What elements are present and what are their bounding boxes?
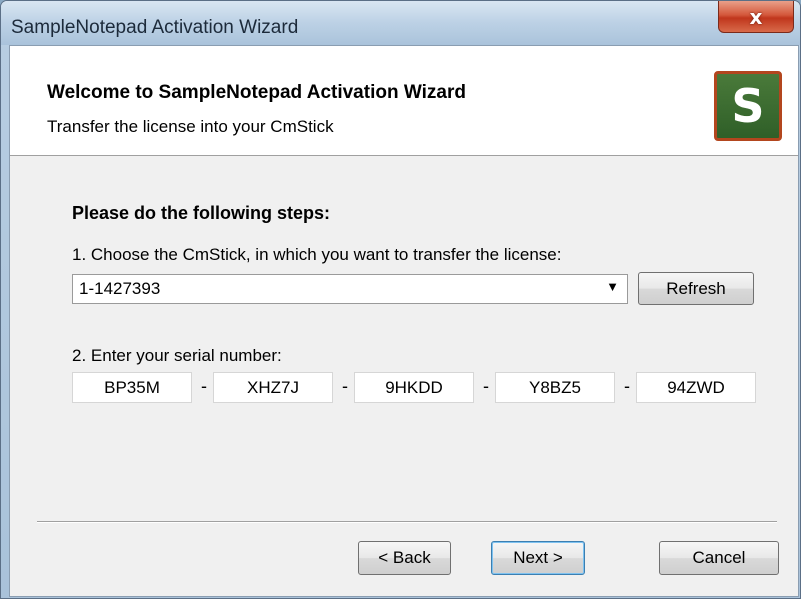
title-bar[interactable]: SampleNotepad Activation Wizard x	[1, 1, 800, 45]
header-subtitle: Transfer the license into your CmStick	[47, 117, 334, 136]
footer-divider	[37, 521, 777, 523]
serial-separator: -	[483, 376, 489, 396]
cmstick-select-value: 1-1427393	[79, 279, 161, 298]
serial-field-3[interactable]: 9HKDD	[354, 372, 474, 403]
serial-field-5[interactable]: 94ZWD	[636, 372, 756, 403]
serial-separator: -	[624, 376, 630, 396]
serial-separator: -	[342, 376, 348, 396]
cancel-button[interactable]: Cancel	[659, 541, 779, 575]
steps-heading: Please do the following steps:	[72, 203, 331, 223]
wizard-header: Welcome to SampleNotepad Activation Wiza…	[10, 46, 798, 156]
wizard-client-area: Welcome to SampleNotepad Activation Wiza…	[9, 45, 799, 597]
chevron-down-icon[interactable]: ▼	[606, 279, 619, 294]
app-logo: S	[714, 71, 782, 141]
logo-letter: S	[731, 79, 765, 133]
header-title: Welcome to SampleNotepad Activation Wiza…	[47, 82, 466, 103]
serial-field-1[interactable]: BP35M	[72, 372, 192, 403]
cmstick-select[interactable]: 1-1427393 ▼	[72, 274, 628, 304]
back-button[interactable]: < Back	[358, 541, 451, 575]
wizard-window: SampleNotepad Activation Wizard x Welcom…	[0, 0, 801, 599]
serial-separator: -	[201, 376, 207, 396]
serial-field-4[interactable]: Y8BZ5	[495, 372, 615, 403]
step2-label: 2. Enter your serial number:	[72, 346, 282, 365]
next-button[interactable]: Next >	[491, 541, 585, 575]
close-button[interactable]: x	[718, 1, 794, 33]
close-icon: x	[749, 4, 763, 29]
window-title: SampleNotepad Activation Wizard	[11, 17, 299, 38]
refresh-button[interactable]: Refresh	[638, 272, 754, 305]
serial-field-2[interactable]: XHZ7J	[213, 372, 333, 403]
step1-label: 1. Choose the CmStick, in which you want…	[72, 245, 562, 264]
